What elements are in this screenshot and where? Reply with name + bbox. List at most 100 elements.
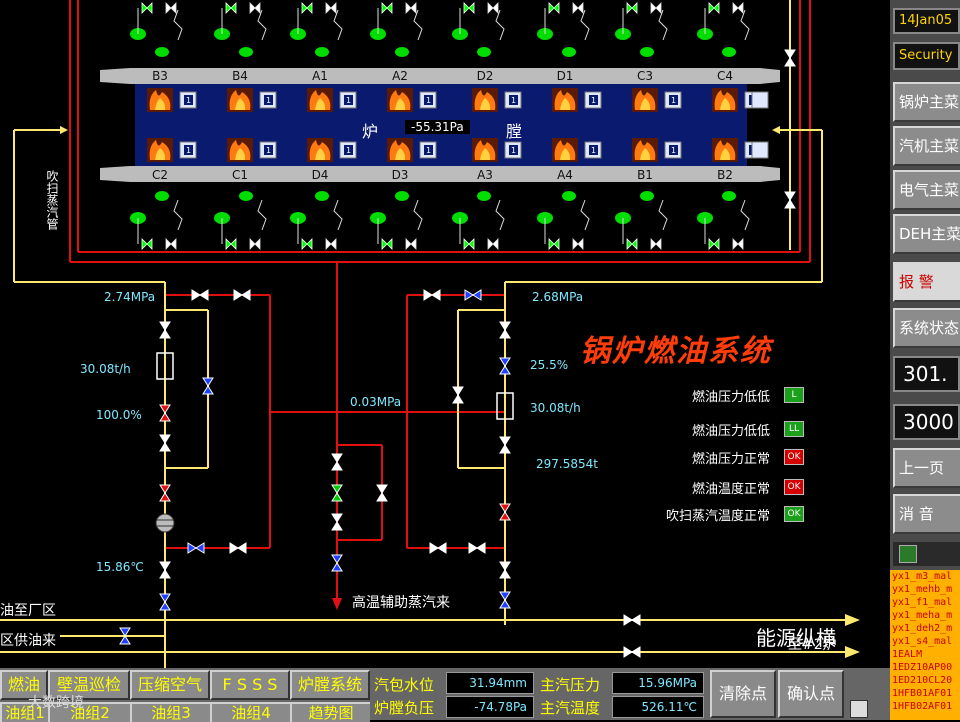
valve-icon[interactable] bbox=[233, 289, 251, 301]
burner-status-box[interactable]: 1 bbox=[664, 91, 682, 109]
event-log-item[interactable]: yx1_mehb_m bbox=[890, 583, 960, 596]
valve-icon[interactable] bbox=[429, 542, 447, 554]
oil-gun[interactable] bbox=[214, 2, 267, 57]
event-log-item[interactable]: 1HFB01AF01 bbox=[890, 687, 960, 700]
event-log-item[interactable]: yx1_f1_mal bbox=[890, 596, 960, 609]
oil-gun[interactable] bbox=[452, 2, 505, 57]
event-log-item[interactable]: 1EDZ10AP00 bbox=[890, 661, 960, 674]
valve-icon[interactable] bbox=[468, 542, 486, 554]
event-log-item[interactable]: yx1_deh2_m bbox=[890, 622, 960, 635]
valve-icon[interactable] bbox=[159, 484, 171, 502]
burner-status-box[interactable]: 1 bbox=[419, 91, 437, 109]
event-log-item[interactable]: yx1_s4_mal bbox=[890, 635, 960, 648]
furnace-system-button[interactable]: 炉膛系统 bbox=[290, 670, 370, 700]
burner-status-box[interactable]: 1 bbox=[339, 141, 357, 159]
left-flow: 30.08t/h bbox=[80, 362, 131, 376]
to-plant-label: 油至厂区 bbox=[0, 603, 56, 619]
valve-icon[interactable] bbox=[331, 513, 343, 531]
oil-gun[interactable] bbox=[697, 2, 750, 57]
burner-status-box[interactable] bbox=[751, 141, 769, 159]
oil-gun[interactable] bbox=[290, 191, 343, 250]
burner-status-box[interactable]: 1 bbox=[504, 141, 522, 159]
oil-gun[interactable] bbox=[615, 2, 668, 57]
valve-icon[interactable] bbox=[331, 554, 343, 572]
valve-icon[interactable] bbox=[159, 561, 171, 579]
event-log-item[interactable]: yx1_m3_mal bbox=[890, 570, 960, 583]
turbine-menu-button[interactable]: 汽机主菜 bbox=[893, 126, 960, 166]
event-icon[interactable] bbox=[899, 545, 917, 563]
oil-gun[interactable] bbox=[370, 191, 423, 250]
trend-button[interactable]: 趋势图 bbox=[290, 702, 370, 722]
valve-icon[interactable] bbox=[159, 434, 171, 452]
valve-icon[interactable] bbox=[499, 561, 511, 579]
burner-status-box[interactable]: 1 bbox=[179, 141, 197, 159]
valve-icon[interactable] bbox=[464, 289, 482, 301]
burner-status-box[interactable]: 1 bbox=[584, 91, 602, 109]
burner-status-box[interactable]: 1 bbox=[259, 91, 277, 109]
valve-icon[interactable] bbox=[499, 503, 511, 521]
valve-icon[interactable] bbox=[229, 542, 247, 554]
oil-gun[interactable] bbox=[214, 191, 267, 250]
boiler-menu-button[interactable]: 锅炉主菜 bbox=[893, 82, 960, 122]
confirm-point-button[interactable]: 确认点 bbox=[778, 670, 844, 718]
alarm-button[interactable]: 报 警 bbox=[893, 262, 960, 302]
valve-icon[interactable] bbox=[499, 591, 511, 609]
burner-flame-icon bbox=[552, 138, 578, 162]
event-log-item[interactable]: 1ED210CL20 bbox=[890, 674, 960, 687]
event-log-item[interactable]: yx1_meha_m bbox=[890, 609, 960, 622]
valve-icon[interactable] bbox=[499, 357, 511, 375]
security-button[interactable]: Security bbox=[893, 42, 960, 70]
burner-flame-icon bbox=[227, 138, 253, 162]
valve-icon[interactable] bbox=[423, 289, 441, 301]
prev-page-button[interactable]: 上一页 bbox=[893, 448, 960, 488]
deh-menu-button[interactable]: DEH主菜 bbox=[893, 214, 960, 254]
valve-icon[interactable] bbox=[331, 484, 343, 502]
burner-status-box[interactable]: 1 bbox=[419, 141, 437, 159]
valve-icon[interactable] bbox=[623, 646, 641, 658]
oil-gun[interactable] bbox=[290, 2, 343, 57]
valve-icon[interactable] bbox=[159, 321, 171, 339]
valve-icon[interactable] bbox=[499, 436, 511, 454]
valve-icon[interactable] bbox=[784, 49, 796, 67]
compressed-air-button[interactable]: 压缩空气 bbox=[130, 670, 210, 700]
burner-status-box[interactable]: 1 bbox=[339, 91, 357, 109]
burner-label-bottom: D4 bbox=[312, 168, 329, 182]
silence-button[interactable]: 消 音 bbox=[893, 494, 960, 534]
burner-status-box[interactable]: 1 bbox=[504, 91, 522, 109]
system-status-button[interactable]: 系统状态 bbox=[893, 308, 960, 348]
event-log-item[interactable]: 1HFB02AF01 bbox=[890, 700, 960, 713]
valve-icon[interactable] bbox=[191, 289, 209, 301]
valve-icon[interactable] bbox=[452, 386, 464, 404]
burner-status-box[interactable] bbox=[751, 91, 769, 109]
burner-status-box[interactable]: 1 bbox=[259, 141, 277, 159]
valve-icon[interactable] bbox=[499, 321, 511, 339]
clear-point-button[interactable]: 清除点 bbox=[710, 670, 776, 718]
oil-gun[interactable] bbox=[615, 191, 668, 250]
valve-icon[interactable] bbox=[376, 484, 388, 502]
valve-icon[interactable] bbox=[159, 593, 171, 611]
oil-group-3-button[interactable]: 油组3 bbox=[130, 702, 210, 722]
oil-gun[interactable] bbox=[130, 191, 183, 250]
oil-gun[interactable] bbox=[452, 191, 505, 250]
burner-status-box[interactable]: 1 bbox=[664, 141, 682, 159]
oil-gun[interactable] bbox=[130, 2, 183, 57]
fsss-button[interactable]: F S S S bbox=[210, 670, 290, 700]
valve-icon[interactable] bbox=[159, 404, 171, 422]
oil-gun[interactable] bbox=[537, 191, 590, 250]
valve-icon[interactable] bbox=[202, 377, 214, 395]
event-log-item[interactable]: 1EALM bbox=[890, 648, 960, 661]
valve-icon[interactable] bbox=[331, 453, 343, 471]
main-steam-pressure-value: 15.96MPa bbox=[612, 672, 704, 694]
valve-icon[interactable] bbox=[623, 614, 641, 626]
oil-gun[interactable] bbox=[697, 191, 750, 250]
burner-value: 1 bbox=[266, 96, 271, 105]
electrical-menu-button[interactable]: 电气主菜 bbox=[893, 170, 960, 210]
valve-icon[interactable] bbox=[784, 191, 796, 209]
burner-status-box[interactable]: 1 bbox=[179, 91, 197, 109]
burner-status-box[interactable]: 1 bbox=[584, 141, 602, 159]
page-icon[interactable] bbox=[850, 700, 868, 718]
oil-gun[interactable] bbox=[537, 2, 590, 57]
oil-group-4-button[interactable]: 油组4 bbox=[210, 702, 290, 722]
valve-icon[interactable] bbox=[187, 542, 205, 554]
oil-gun[interactable] bbox=[370, 2, 423, 57]
